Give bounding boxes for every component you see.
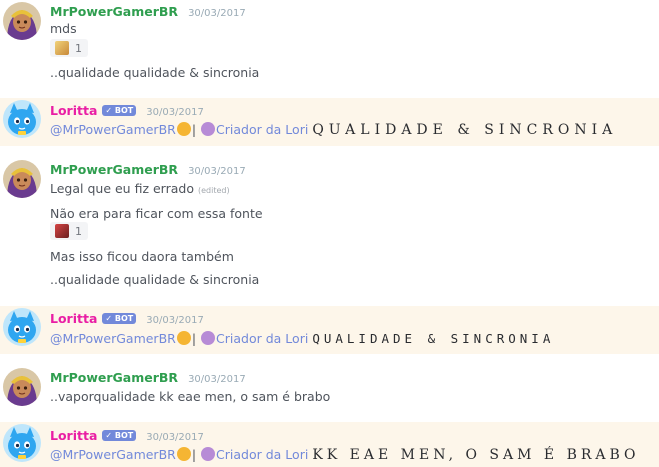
- message-text: @MrPowerGamerBR | Criador da Lori QUALIDA…: [50, 122, 617, 138]
- message-header: Loritta ✓ BOT 30/03/2017: [50, 311, 204, 329]
- reaction-count: 1: [75, 224, 82, 238]
- message-header: MrPowerGamerBR 30/03/2017: [50, 162, 246, 180]
- message-text: ..qualidade qualidade & sincronia: [50, 65, 260, 80]
- kissing-face-emoji-icon: [176, 447, 191, 461]
- user-mention[interactable]: @MrPowerGamerBR: [50, 331, 176, 346]
- wide-text: QUALIDADE & SINCRONIA: [312, 122, 618, 138]
- separator: |: [191, 331, 197, 346]
- avatar-image: [3, 2, 41, 40]
- reaction-button[interactable]: 1: [50, 222, 88, 240]
- bot-tag: ✓ BOT: [102, 313, 137, 324]
- timestamp: 30/03/2017: [188, 374, 246, 385]
- creator-label[interactable]: Criador da Lori: [216, 331, 308, 346]
- message-header: MrPowerGamerBR 30/03/2017: [50, 4, 246, 22]
- bot-message-1: Loritta ✓ BOT 30/03/2017 @MrPowerGamerBR | …: [0, 98, 659, 146]
- bot-avatar[interactable]: [3, 424, 41, 462]
- timestamp: 30/03/2017: [146, 315, 204, 326]
- reaction-button[interactable]: 1: [50, 39, 88, 57]
- author-name[interactable]: Loritta: [50, 103, 97, 118]
- edited-label: (edited): [197, 186, 230, 195]
- bot-avatar[interactable]: [3, 100, 41, 138]
- bot-tag: ✓ BOT: [102, 105, 137, 116]
- user-mention[interactable]: @MrPowerGamerBR: [50, 122, 176, 137]
- message-1: MrPowerGamerBR 30/03/2017 mds 1 ..qualida…: [0, 0, 659, 92]
- author-name[interactable]: Loritta: [50, 311, 97, 326]
- author-name[interactable]: MrPowerGamerBR: [50, 4, 178, 19]
- bot-tag: ✓ BOT: [102, 430, 137, 441]
- author-name[interactable]: Loritta: [50, 428, 97, 443]
- message-text: Não era para ficar com essa fonte: [50, 206, 263, 221]
- timestamp: 30/03/2017: [146, 432, 204, 443]
- message-text: Mas isso ficou daora também: [50, 249, 234, 264]
- bot-avatar[interactable]: [3, 308, 41, 346]
- person-tipping-hand-emoji-icon: [201, 122, 216, 136]
- avatar-image: [3, 308, 41, 346]
- author-name[interactable]: MrPowerGamerBR: [50, 162, 178, 177]
- message-3: MrPowerGamerBR 30/03/2017 ..vaporqualidad…: [0, 366, 659, 414]
- user-mention[interactable]: @MrPowerGamerBR: [50, 447, 176, 462]
- message-text: @MrPowerGamerBR | Criador da Lori KK EAE …: [50, 447, 640, 463]
- bot-message-2: Loritta ✓ BOT 30/03/2017 @MrPowerGamerBR | …: [0, 306, 659, 354]
- avatar-image: [3, 100, 41, 138]
- message-text: ..vaporqualidade kk eae men, o sam é bra…: [50, 389, 331, 404]
- message-text: Legal que eu fiz errado (edited): [50, 181, 230, 199]
- user-avatar[interactable]: [3, 2, 41, 40]
- bot-message-3: Loritta ✓ BOT 30/03/2017 @MrPowerGamerBR | …: [0, 422, 659, 467]
- kissing-face-emoji-icon: [176, 122, 191, 136]
- message-header: MrPowerGamerBR 30/03/2017: [50, 370, 246, 388]
- message-text: mds: [50, 21, 77, 36]
- message-2: MrPowerGamerBR 30/03/2017 Legal que eu fi…: [0, 158, 659, 298]
- avatar-image: [3, 424, 41, 462]
- message-text: ..qualidade qualidade & sincronia: [50, 272, 260, 287]
- reaction-count: 1: [75, 41, 82, 55]
- avatar-image: [3, 160, 41, 198]
- user-avatar[interactable]: [3, 160, 41, 198]
- message-header: Loritta ✓ BOT 30/03/2017: [50, 103, 204, 121]
- author-name[interactable]: MrPowerGamerBR: [50, 370, 178, 385]
- creator-label[interactable]: Criador da Lori: [216, 122, 308, 137]
- red-emoji-icon: [55, 224, 69, 238]
- message-line: Legal que eu fiz errado: [50, 181, 194, 196]
- message-header: Loritta ✓ BOT 30/03/2017: [50, 428, 204, 446]
- user-avatar[interactable]: [3, 368, 41, 406]
- timestamp: 30/03/2017: [146, 107, 204, 118]
- separator: |: [191, 122, 197, 137]
- avatar-image: [3, 368, 41, 406]
- kissing-face-emoji-icon: [176, 331, 191, 345]
- qualidade-emoji-icon: [55, 41, 69, 55]
- wide-text: KK EAE MEN, O SAM É BRABO: [312, 447, 640, 463]
- timestamp: 30/03/2017: [188, 8, 246, 19]
- person-tipping-hand-emoji-icon: [201, 447, 216, 461]
- creator-label[interactable]: Criador da Lori: [216, 447, 308, 462]
- timestamp: 30/03/2017: [188, 166, 246, 177]
- separator: |: [191, 447, 197, 462]
- person-tipping-hand-emoji-icon: [201, 331, 216, 345]
- message-text: @MrPowerGamerBR | Criador da Lori QUALIDA…: [50, 331, 554, 347]
- wide-text: QUALIDADE & SINCRONIA: [312, 331, 555, 346]
